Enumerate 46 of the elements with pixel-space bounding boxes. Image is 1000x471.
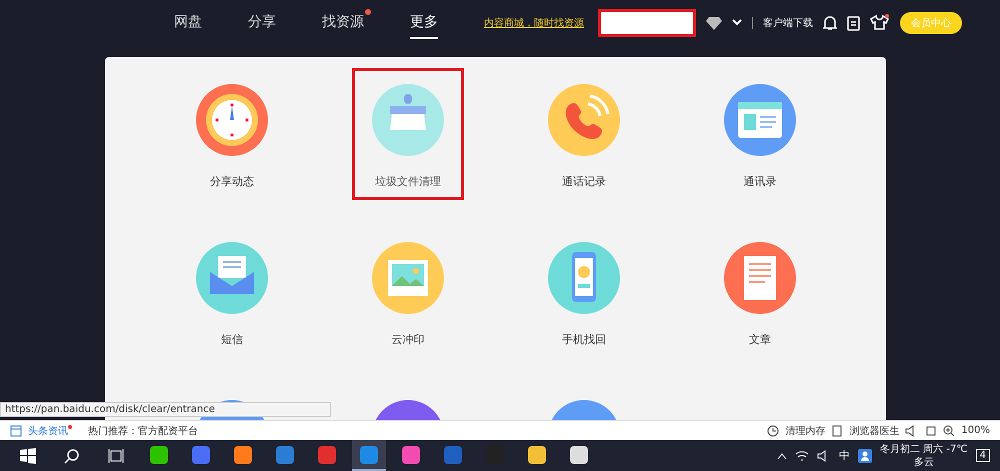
url-tooltip: https://pan.baidu.com/disk/clear/entrance: [0, 402, 331, 417]
clock-icon[interactable]: [767, 424, 780, 436]
hot-recommend-link[interactable]: 热门推荐：官方配资平台: [88, 424, 198, 438]
wifi-icon[interactable]: [795, 448, 810, 462]
download-link[interactable]: 客户端下载: [763, 16, 813, 30]
notification-count[interactable]: 4: [976, 449, 990, 462]
feature-label[interactable]: 垃圾文件清理: [375, 174, 441, 189]
date-weather-text[interactable]: 冬月初二 周六 -7℃: [880, 442, 968, 456]
card-icon[interactable]: [724, 84, 796, 156]
nav-tab[interactable]: 网盘: [174, 6, 202, 38]
feature-label[interactable]: 云冲印: [392, 332, 424, 347]
chevron-up-icon[interactable]: [777, 452, 788, 460]
feature-label[interactable]: 文章: [749, 332, 771, 347]
bell-icon[interactable]: [823, 14, 837, 30]
news-link[interactable]: 头条资讯: [28, 424, 68, 438]
nav-tab[interactable]: 更多: [410, 6, 438, 38]
caret-icon[interactable]: [732, 19, 742, 26]
feature-label[interactable]: 通讯录: [744, 174, 776, 189]
windows-start-icon[interactable]: [20, 448, 36, 464]
feature-label[interactable]: 通话记录: [562, 174, 606, 189]
mobile-icon[interactable]: [548, 242, 620, 314]
feature-label[interactable]: 手机找回: [562, 332, 606, 347]
phone-icon[interactable]: [548, 84, 620, 156]
mail-icon[interactable]: [196, 242, 268, 314]
weather-text[interactable]: 多云: [914, 456, 934, 468]
diamond-icon[interactable]: [706, 16, 722, 30]
feature-label[interactable]: 短信: [221, 332, 243, 347]
feature-label[interactable]: 分享动态: [210, 174, 254, 189]
nav-tab[interactable]: 找资源: [322, 6, 364, 38]
input-method-indicator[interactable]: 中: [839, 448, 850, 463]
search-icon[interactable]: [64, 448, 80, 464]
shirt-icon[interactable]: [870, 14, 890, 31]
task-view-icon[interactable]: [108, 448, 124, 464]
browser-doctor-button[interactable]: 浏览器医生: [849, 424, 900, 438]
clean-memory-button[interactable]: 清理内存: [785, 424, 826, 438]
person-icon[interactable]: [858, 448, 872, 462]
document-icon[interactable]: [831, 424, 844, 436]
window-icon[interactable]: [925, 424, 938, 436]
nav-tab[interactable]: 分享: [248, 6, 276, 38]
zoom-level[interactable]: 100%: [961, 425, 990, 436]
window-icon[interactable]: [10, 424, 22, 436]
doc-icon[interactable]: [724, 242, 796, 314]
clipboard-icon[interactable]: [847, 14, 860, 30]
notification-dot: [68, 424, 72, 428]
zoom-icon[interactable]: [943, 424, 956, 436]
promo-link[interactable]: 内容商城，随时找资源: [484, 16, 584, 30]
